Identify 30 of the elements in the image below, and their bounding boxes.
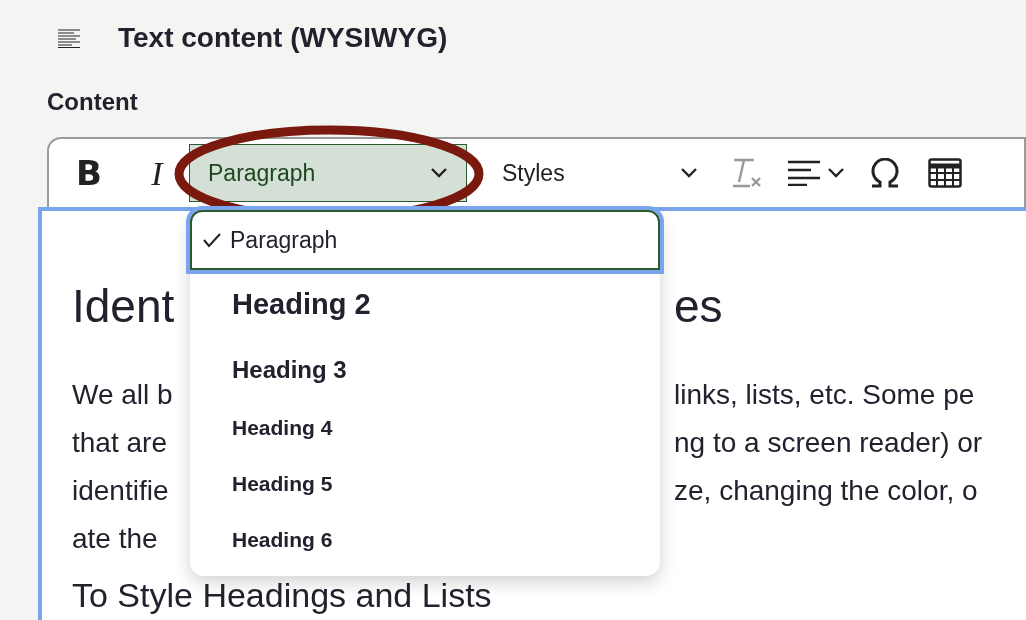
heading-text: es [674,278,723,334]
menu-item[interactable]: Heading 2 [190,270,660,340]
paragraph-text: identifie [72,475,169,506]
italic-button[interactable]: I [125,144,189,202]
section-title: Text content (WYSIWYG) [118,21,448,55]
format-dropdown[interactable]: Paragraph [189,144,467,202]
remove-format-icon [730,156,764,190]
paragraph-text: ze, changing the color, o [674,474,978,508]
menu-item[interactable]: Heading 5 [190,456,660,512]
paragraph-text: ng to a screen reader) or [674,426,983,460]
field-label: Content [47,88,138,115]
format-dropdown[interactable]: Styles [483,144,717,202]
heading-text: To Style Headings and Lists [72,576,492,614]
text-lines-icon [58,28,82,48]
paragraph-text: We all b [72,379,173,410]
heading-text: Ident [72,279,175,332]
chevron-down-icon [827,167,845,179]
menu-item[interactable]: Heading 4 [190,400,660,456]
align-left-icon [787,160,821,186]
paragraph-text: ate the [72,523,158,554]
omega-icon [869,158,901,188]
chevron-down-icon [680,167,698,179]
paragraph-text: that are [72,427,167,458]
menu-item[interactable]: Heading 3 [190,340,660,400]
chevron-down-icon [430,167,448,179]
bold-button[interactable]: B [53,144,125,202]
checkmark-icon [202,232,222,248]
menu-item[interactable]: Heading 6 [190,512,660,568]
paragraph-text: links, lists, etc. Some pe [674,378,975,412]
table-icon [928,158,962,188]
